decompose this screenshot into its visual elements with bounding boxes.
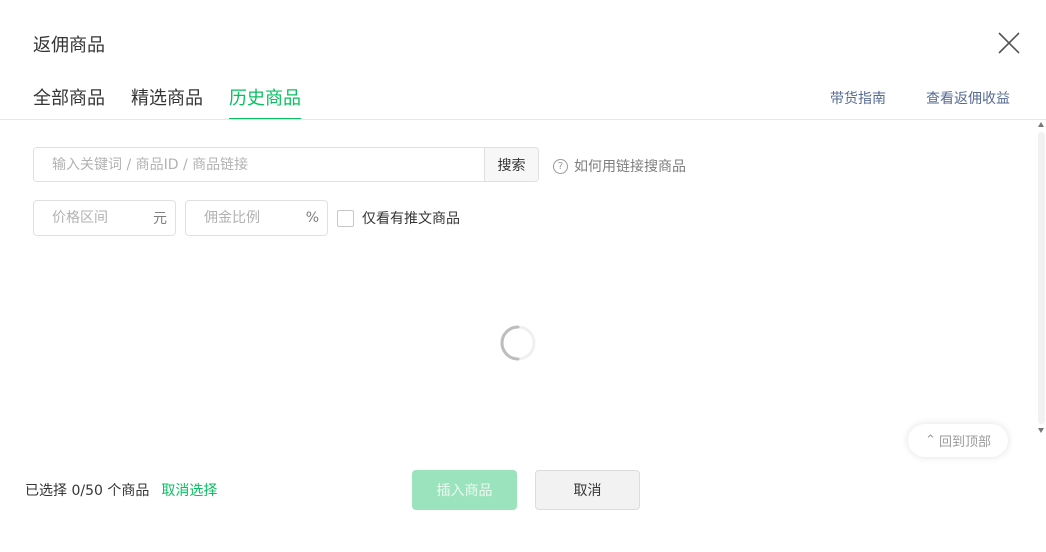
cancel-button[interactable]: 取消 <box>535 470 640 510</box>
only-with-articles-toggle[interactable]: 仅看有推文商品 <box>337 208 460 228</box>
tab-history-products[interactable]: 历史商品 <box>229 84 301 120</box>
view-earnings-link[interactable]: 查看返佣收益 <box>926 88 1010 108</box>
sales-guide-link[interactable]: 带货指南 <box>830 88 886 108</box>
selected-count-text: 已选择 0/50 个商品 <box>25 483 150 499</box>
insert-products-button[interactable]: 插入商品 <box>412 470 517 510</box>
dialog-title: 返佣商品 <box>33 35 105 56</box>
commission-unit-label: % <box>305 210 319 226</box>
search-box: 搜索 <box>33 147 539 182</box>
only-with-articles-checkbox[interactable] <box>337 209 354 227</box>
close-icon <box>998 32 1020 54</box>
link-search-help[interactable]: ? 如何用链接搜商品 <box>553 156 686 176</box>
top-links: 带货指南 查看返佣收益 <box>830 88 1010 108</box>
search-button[interactable]: 搜索 <box>484 148 538 181</box>
double-chevron-up-icon: ⌃ <box>925 433 936 448</box>
back-to-top-label: 回到顶部 <box>938 435 991 450</box>
back-to-top-button[interactable]: ⌃ 回到顶部 <box>908 424 1008 457</box>
price-range-field: 元 <box>33 200 176 236</box>
scroll-up-arrow-icon[interactable] <box>1038 122 1044 127</box>
cancel-selection-link[interactable]: 取消选择 <box>161 480 217 500</box>
selection-summary: 已选择 0/50 个商品 取消选择 <box>25 480 217 500</box>
price-unit-label: 元 <box>153 211 167 227</box>
scroll-thumb[interactable] <box>1038 132 1045 424</box>
tab-bar: 全部商品 精选商品 历史商品 <box>33 84 327 120</box>
tab-all-products[interactable]: 全部商品 <box>33 84 105 120</box>
scroll-down-arrow-icon[interactable] <box>1038 428 1044 433</box>
tab-featured-products[interactable]: 精选商品 <box>131 84 203 120</box>
link-search-help-label: 如何用链接搜商品 <box>574 159 686 175</box>
header-divider <box>0 119 1046 120</box>
only-with-articles-label: 仅看有推文商品 <box>362 211 460 227</box>
loading-spinner-icon <box>500 325 536 361</box>
close-button[interactable] <box>996 30 1022 56</box>
commission-rate-field: % <box>185 200 328 236</box>
question-circle-icon: ? <box>553 158 568 174</box>
scrollbar[interactable] <box>1037 120 1046 435</box>
search-input[interactable] <box>34 148 484 181</box>
